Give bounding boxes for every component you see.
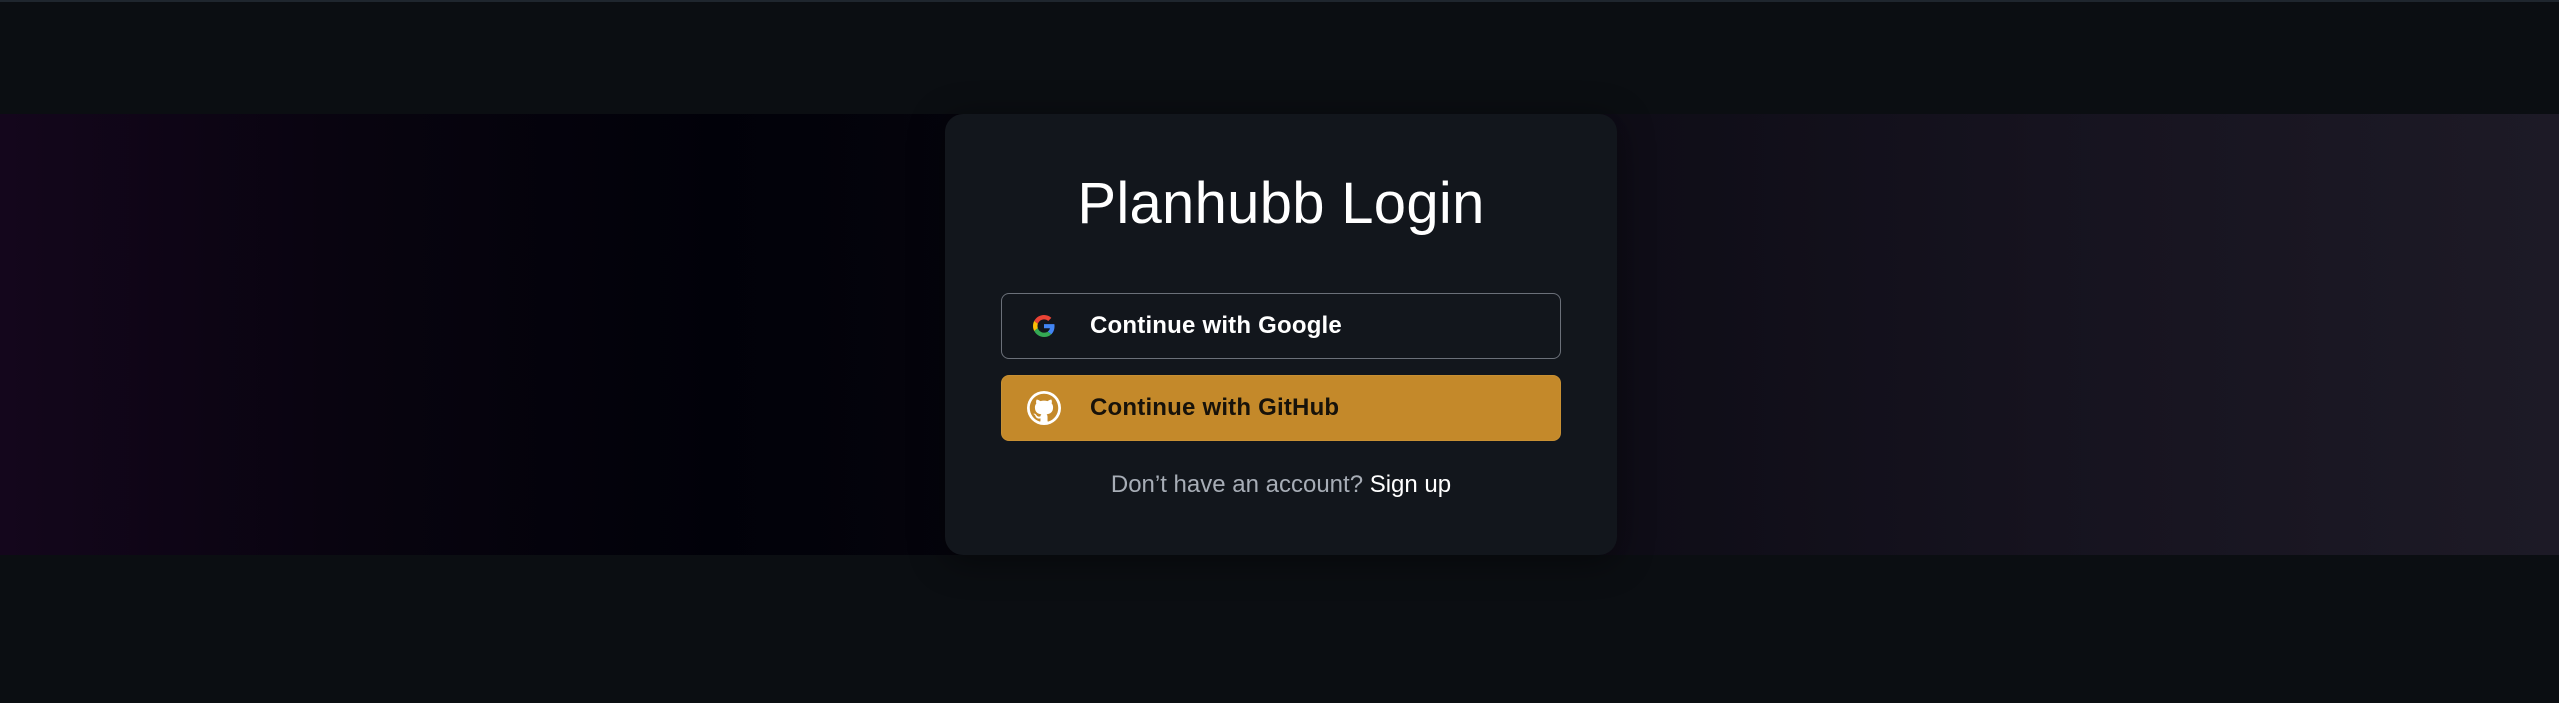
github-button-label: Continue with GitHub: [1090, 394, 1340, 421]
signup-prompt: Don’t have an account?: [1110, 471, 1364, 498]
login-card: Planhubb Login Continue with Google Cont…: [945, 114, 1617, 555]
google-icon: [1026, 308, 1062, 344]
github-icon: [1026, 390, 1062, 426]
google-login-button[interactable]: Continue with Google: [1001, 293, 1561, 359]
signup-link[interactable]: Sign up: [1370, 471, 1451, 498]
page-title: Planhubb Login: [1077, 171, 1485, 236]
google-button-label: Continue with Google: [1090, 312, 1342, 339]
top-border: [0, 0, 2559, 2]
signup-row: Don’t have an account? Sign up: [945, 470, 1617, 500]
github-login-button[interactable]: Continue with GitHub: [1001, 375, 1561, 441]
